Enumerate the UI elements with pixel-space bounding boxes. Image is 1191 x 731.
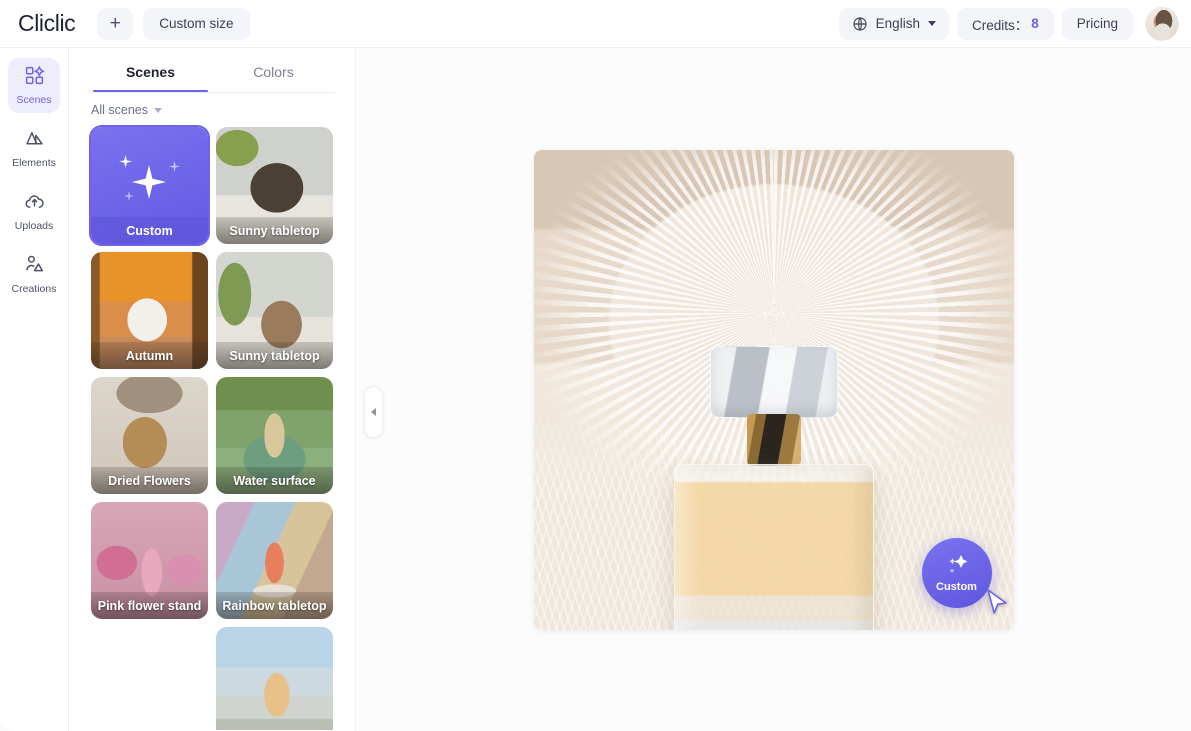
pricing-button[interactable]: Pricing [1061, 7, 1133, 40]
scene-thumbnail [216, 627, 333, 730]
scene-tile-rainbow-tabletop[interactable]: Rainbow tabletop [216, 502, 333, 619]
mouse-pointer-icon [985, 588, 1011, 618]
sidebar-item-uploads[interactable]: Uploads [8, 184, 60, 239]
scene-filter-label: All scenes [91, 103, 148, 117]
scene-tile-label: Rainbow tabletop [216, 592, 333, 619]
panel-tabs: Scenes Colors [69, 48, 355, 93]
custom-scene-fab[interactable]: Custom [921, 537, 992, 608]
scene-tile-label: Dried Flowers [91, 467, 208, 494]
scene-tile-dried-flowers[interactable]: Dried Flowers [91, 377, 208, 494]
sparkle-icon [132, 165, 166, 199]
scene-tile-water-surface[interactable]: Water surface [216, 377, 333, 494]
avatar[interactable] [1145, 6, 1179, 41]
scene-tile-9[interactable] [91, 627, 208, 730]
sidebar-item-scenes[interactable]: Scenes [8, 58, 60, 113]
toolbar-right-group: English Credits： 8 Pricing [838, 6, 1191, 41]
panel-collapse-handle[interactable] [364, 386, 383, 438]
tab-scenes[interactable]: Scenes [89, 48, 212, 93]
grid-sparkle-icon [24, 65, 45, 91]
globe-icon [852, 16, 868, 32]
scene-tile-custom[interactable]: Custom [89, 125, 210, 246]
sparkle-icon [124, 191, 134, 201]
language-label: English [875, 16, 920, 31]
scene-tile-10[interactable] [216, 627, 333, 730]
scenes-panel: Scenes Colors All scenes Custom Sunny ta… [69, 48, 356, 731]
scene-tile-label: Pink flower stand [91, 592, 208, 619]
bottle-neck [746, 413, 801, 466]
language-selector[interactable]: English [838, 7, 949, 40]
left-rail: Scenes Elements Uploads Creations [0, 48, 69, 731]
bottle-cap [709, 345, 838, 418]
bottle-body [673, 463, 874, 630]
scene-thumbnail [91, 627, 208, 730]
credits-value: 8 [1031, 16, 1039, 31]
chevron-down-icon [927, 21, 936, 26]
sidebar-item-label: Uploads [14, 220, 54, 233]
sparkle-icon [940, 553, 974, 579]
scene-tile-sunny-tabletop-2[interactable]: Sunny tabletop [216, 252, 333, 369]
scene-tile-pink-flower-stand[interactable]: Pink flower stand [91, 502, 208, 619]
sparkle-icon [169, 161, 180, 172]
chevron-left-icon [371, 408, 376, 416]
add-button[interactable]: + [97, 7, 134, 40]
scene-tile-label: Custom [91, 217, 208, 244]
app-logo[interactable]: Cliclic [18, 10, 76, 37]
custom-size-button[interactable]: Custom size [143, 7, 250, 40]
scene-tile-label: Autumn [91, 342, 208, 369]
perfume-bottle [673, 345, 874, 630]
sidebar-item-label: Scenes [16, 94, 52, 107]
sidebar-item-elements[interactable]: Elements [8, 121, 60, 176]
triangle-shapes-icon [24, 128, 45, 154]
scene-tile-label: Water surface [216, 467, 333, 494]
credits-label: Credits： [971, 17, 1029, 33]
tab-colors[interactable]: Colors [212, 48, 335, 93]
artboard-image[interactable]: Custom [533, 149, 1014, 630]
sparkle-icon [119, 155, 132, 168]
scene-tile-sunny-tabletop-1[interactable]: Sunny tabletop [216, 127, 333, 244]
scene-grid: Custom Sunny tabletop Autumn Sunny table… [69, 125, 355, 730]
credits-button[interactable]: Credits： 8 [956, 7, 1054, 40]
chevron-down-icon [153, 107, 162, 113]
sidebar-item-label: Elements [12, 157, 56, 170]
scene-filter-dropdown[interactable]: All scenes [69, 93, 355, 125]
scene-tile-label: Sunny tabletop [216, 342, 333, 369]
sidebar-item-label: Creations [11, 283, 57, 296]
top-toolbar: Cliclic + Custom size English Credits： 8… [0, 0, 1191, 48]
sidebar-item-creations[interactable]: Creations [8, 247, 60, 302]
person-shapes-icon [24, 254, 45, 280]
scene-tile-autumn[interactable]: Autumn [91, 252, 208, 369]
app-root: Cliclic + Custom size English Credits： 8… [0, 0, 1191, 731]
canvas-area: Custom [356, 48, 1191, 731]
scene-tile-label: Sunny tabletop [216, 217, 333, 244]
cloud-upload-icon [24, 191, 45, 217]
custom-scene-fab-label: Custom [936, 580, 977, 593]
